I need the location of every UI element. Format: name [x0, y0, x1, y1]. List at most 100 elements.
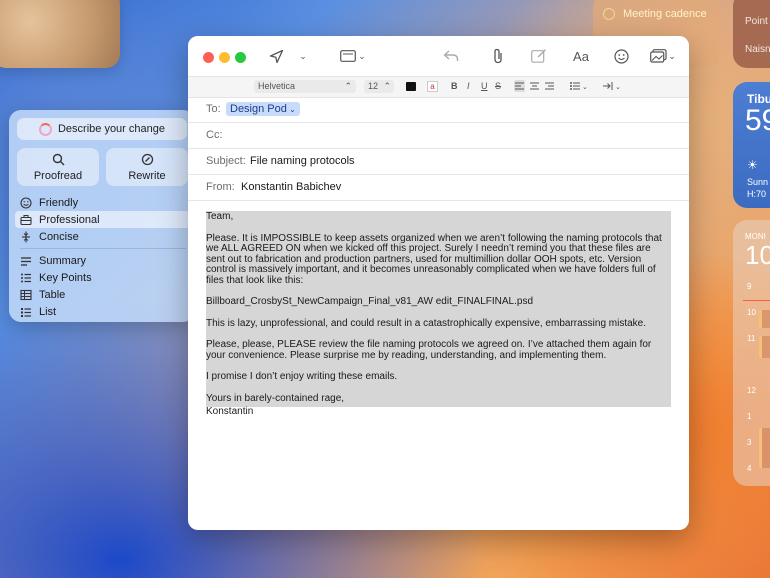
- stepper-icon: ⌃: [383, 81, 391, 91]
- calendar-hour: 3: [747, 438, 752, 447]
- calendar-hour: 11: [747, 334, 756, 343]
- reminder-item[interactable]: Meeting cadence: [603, 8, 707, 20]
- align-center-icon[interactable]: [529, 80, 540, 94]
- body-paragraph: Yours in barely-contained rage,: [206, 392, 345, 404]
- checkbox-circle-icon[interactable]: [603, 8, 615, 20]
- strikethrough-button[interactable]: S: [495, 81, 501, 91]
- calendar-widget[interactable]: MONI 10 9 10 11 12 1 3 4: [733, 220, 770, 486]
- rewrite-icon: [141, 153, 153, 165]
- tone-label: Professional: [39, 213, 100, 226]
- body-paragraph: Billboard_CrosbySt_NewCampaign_Final_v81…: [206, 296, 534, 307]
- underline-button[interactable]: U: [481, 81, 488, 91]
- notes-line: Point: [745, 16, 768, 27]
- format-table[interactable]: Table: [15, 286, 191, 303]
- concise-icon: [20, 231, 32, 243]
- align-right-icon[interactable]: [544, 80, 555, 94]
- italic-button[interactable]: I: [467, 81, 470, 91]
- notes-line: Naisn: [745, 44, 770, 55]
- undo-icon[interactable]: [442, 48, 460, 64]
- recipient-token[interactable]: Design Pod ⌄: [226, 102, 300, 116]
- photo-browser-icon[interactable]: ⌄: [649, 48, 677, 64]
- tone-friendly[interactable]: Friendly: [15, 194, 191, 211]
- body-paragraph: Please, please, PLEASE review the file n…: [206, 339, 652, 361]
- subject-input[interactable]: File naming protocols: [250, 155, 355, 167]
- calendar-event[interactable]: [759, 428, 770, 468]
- to-field-row[interactable]: To: Design Pod ⌄: [188, 97, 689, 123]
- describe-change-field[interactable]: Describe your change: [17, 118, 187, 140]
- notes-widget[interactable]: Point Naisn: [733, 0, 770, 68]
- chevron-down-icon[interactable]: ⌄: [298, 48, 308, 64]
- send-icon[interactable]: [268, 48, 284, 64]
- weather-condition: Sunn: [747, 177, 769, 187]
- font-size-select[interactable]: 12 ⌃: [364, 80, 394, 93]
- tone-label: Friendly: [39, 196, 79, 209]
- emoji-icon[interactable]: [613, 48, 629, 64]
- writing-tools-options: Friendly Professional Concise Summary Ke…: [15, 194, 191, 320]
- photo-widget: [0, 0, 120, 68]
- calendar-event[interactable]: [759, 310, 770, 328]
- briefcase-icon: [20, 214, 32, 226]
- magnifier-icon: [52, 153, 64, 165]
- from-label: From:: [206, 181, 235, 193]
- format-label: Summary: [39, 254, 87, 267]
- body-paragraph: This is lazy, unprofessional, and could …: [206, 317, 647, 329]
- format-list[interactable]: List: [15, 303, 191, 320]
- window-toolbar: ⌄ ⌄ Aa ⌄: [188, 36, 689, 76]
- weather-widget[interactable]: Tibu 59 ☀ Sunn H:70: [733, 82, 770, 208]
- calendar-hour: 4: [747, 464, 752, 473]
- font-family-value: Helvetica: [258, 81, 296, 91]
- calendar-date: 10: [745, 240, 770, 270]
- close-window-button[interactable]: [203, 52, 214, 63]
- rewrite-label: Rewrite: [128, 169, 166, 182]
- font-family-select[interactable]: Helvetica ⌃: [254, 80, 356, 93]
- markup-icon[interactable]: [530, 48, 548, 64]
- key-points-icon: [20, 272, 32, 284]
- attachment-icon[interactable]: [490, 48, 506, 64]
- svg-text:⌄: ⌄: [615, 84, 621, 91]
- calendar-hour: 12: [747, 386, 756, 395]
- writing-tools-panel: Describe your change Proofread Rewrite F…: [9, 110, 195, 322]
- background-color-icon[interactable]: a: [427, 81, 438, 92]
- tone-concise[interactable]: Concise: [15, 228, 191, 245]
- current-time-line: [743, 300, 770, 301]
- text-color-swatch[interactable]: [406, 82, 416, 91]
- cc-field-row[interactable]: Cc:: [188, 123, 689, 149]
- proofread-button[interactable]: Proofread: [17, 148, 99, 186]
- calendar-event[interactable]: [759, 336, 770, 358]
- reminder-label: Meeting cadence: [623, 8, 707, 20]
- body-paragraph: Please. It is IMPOSSIBLE to keep assets …: [206, 232, 662, 286]
- body-paragraph: Team,: [206, 211, 234, 222]
- calendar-hour: 10: [747, 308, 756, 317]
- list-icon: [20, 306, 32, 318]
- format-summary[interactable]: Summary: [15, 252, 191, 269]
- indent-icon[interactable]: ⌄: [602, 80, 622, 94]
- from-field-row[interactable]: From: Konstantin Babichev: [188, 175, 689, 201]
- bold-button[interactable]: B: [451, 81, 458, 91]
- zoom-window-button[interactable]: [235, 52, 246, 63]
- from-select[interactable]: Konstantin Babichev: [241, 181, 341, 193]
- divider: [20, 248, 186, 249]
- subject-label: Subject:: [206, 155, 246, 167]
- recipient-name: Design Pod: [230, 103, 287, 115]
- header-fields-icon[interactable]: ⌄: [340, 48, 366, 64]
- format-label: List: [39, 305, 57, 318]
- list-style-icon[interactable]: ⌄: [569, 80, 588, 94]
- subject-field-row[interactable]: Subject: File naming protocols: [188, 149, 689, 175]
- format-key-points[interactable]: Key Points: [15, 269, 191, 286]
- minimize-window-button[interactable]: [219, 52, 230, 63]
- calendar-hour: 1: [747, 412, 752, 421]
- spinner-icon: [38, 122, 52, 136]
- describe-change-label: Describe your change: [57, 123, 165, 135]
- svg-text:⌄: ⌄: [582, 84, 587, 91]
- message-body-selection[interactable]: Team, Please. It is IMPOSSIBLE to keep a…: [206, 211, 671, 407]
- rewrite-button[interactable]: Rewrite: [106, 148, 188, 186]
- summary-icon: [20, 255, 32, 267]
- align-left-icon[interactable]: [514, 80, 525, 92]
- proofread-label: Proofread: [33, 169, 83, 182]
- smile-icon: [20, 196, 32, 209]
- weather-temp: 59: [745, 104, 770, 137]
- tone-professional[interactable]: Professional: [15, 211, 191, 228]
- font-panel-icon[interactable]: Aa: [571, 48, 591, 64]
- chevron-down-icon: ⌄: [286, 105, 296, 114]
- mail-compose-window: ⌄ ⌄ Aa ⌄ Helvetica ⌃ 12 ⌃ a B I U S ⌄ ⌄ …: [188, 36, 689, 530]
